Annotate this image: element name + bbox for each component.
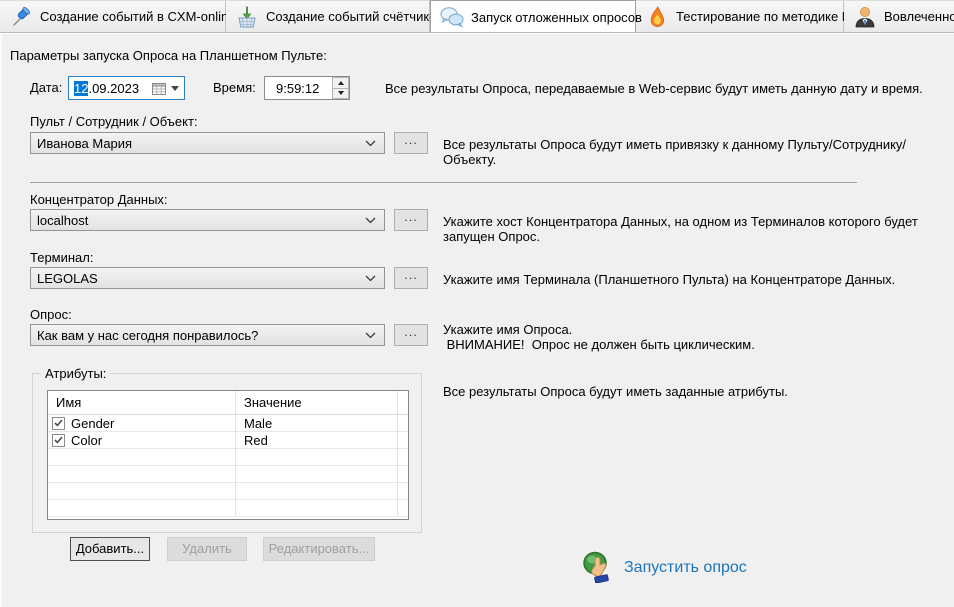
empty-table-row[interactable] <box>48 449 408 466</box>
attribute-name: Color <box>71 433 102 448</box>
device-browse-button[interactable]: ... <box>394 132 428 154</box>
column-header-extra <box>398 391 408 414</box>
datetime-hint: Все результаты Опроса, передаваемые в We… <box>385 81 923 96</box>
separator <box>30 182 857 183</box>
calendar-dropdown-button[interactable] <box>152 82 179 95</box>
date-picker[interactable]: 12.09.2023 <box>68 76 185 100</box>
time-spinner <box>332 77 349 99</box>
triangle-up-icon <box>338 81 344 85</box>
tab-label: Создание событий в CXM-online <box>40 9 235 24</box>
survey-browse-button[interactable]: ... <box>394 324 428 346</box>
time-value: 9:59:12 <box>276 81 319 96</box>
launch-icon <box>582 549 614 586</box>
time-picker[interactable]: 9:59:12 <box>264 76 350 100</box>
spin-down-button[interactable] <box>332 89 349 100</box>
concentrator-label: Концентратор Данных: <box>30 192 168 207</box>
concentrator-value: localhost <box>37 213 365 228</box>
date-selected-segment: 12 <box>74 81 88 96</box>
speech-bubbles-icon <box>440 5 464 29</box>
survey-hint: Укажите имя Опроса. ВНИМАНИЕ! Опрос не д… <box>443 322 755 352</box>
time-label: Время: <box>213 76 256 100</box>
chevron-down-icon <box>171 86 179 91</box>
survey-launch-panel: Параметры запуска Опроса на Планшетном П… <box>0 33 954 607</box>
concentrator-combobox[interactable]: localhost <box>30 209 385 231</box>
survey-combobox[interactable]: Как вам у нас сегодня понравилось? <box>30 324 385 346</box>
row-checkbox[interactable] <box>52 434 65 447</box>
basket-icon <box>235 5 259 29</box>
spin-up-button[interactable] <box>332 77 349 89</box>
attribute-value: Red <box>236 432 398 448</box>
device-combobox[interactable]: Иванова Мария <box>30 132 385 154</box>
tab-mbi-testing[interactable]: Тестирование по методике MBI <box>636 0 844 32</box>
terminal-browse-button[interactable]: ... <box>394 267 428 289</box>
device-label: Пульт / Сотрудник / Объект: <box>30 114 198 129</box>
tab-create-counter-events[interactable]: Создание событий счётчиков <box>226 0 430 32</box>
column-header-value: Значение <box>236 391 398 414</box>
device-hint: Все результаты Опроса будут иметь привяз… <box>443 137 954 167</box>
attributes-groupbox: Атрибуты: Имя Значение Gender Male <box>32 373 422 533</box>
tab-label: Тестирование по методике MBI <box>676 9 865 24</box>
chevron-down-icon <box>365 217 376 224</box>
tab-launch-deferred-surveys[interactable]: Запуск отложенных опросов <box>430 0 636 33</box>
empty-table-row[interactable] <box>48 500 408 517</box>
chevron-down-icon <box>365 140 376 147</box>
check-icon <box>54 436 63 444</box>
row-checkbox[interactable] <box>52 417 65 430</box>
triangle-down-icon <box>338 91 344 95</box>
survey-label: Опрос: <box>30 307 72 322</box>
device-value: Иванова Мария <box>37 136 365 151</box>
survey-value: Как вам у нас сегодня понравилось? <box>37 328 365 343</box>
table-header-row: Имя Значение <box>48 391 408 415</box>
delete-attribute-button[interactable]: Удалить <box>167 537 247 561</box>
tab-label: Вовлеченнос <box>884 9 954 24</box>
concentrator-hint: Укажите хост Концентратора Данных, на од… <box>443 214 954 244</box>
terminal-value: LEGOLAS <box>37 271 365 286</box>
person-icon <box>853 5 877 29</box>
tab-engagement[interactable]: Вовлеченнос <box>844 0 954 32</box>
tab-label: Создание событий счётчиков <box>266 9 443 24</box>
terminal-label: Терминал: <box>30 250 93 265</box>
terminal-combobox[interactable]: LEGOLAS <box>30 267 385 289</box>
attributes-table: Имя Значение Gender Male <box>47 390 409 520</box>
table-row[interactable]: Gender Male <box>48 415 408 432</box>
terminal-hint: Укажите имя Терминала (Планшетного Пульт… <box>443 272 895 287</box>
tab-label: Запуск отложенных опросов <box>471 10 642 25</box>
add-attribute-button[interactable]: Добавить... <box>70 537 150 561</box>
attributes-hint: Все результаты Опроса будут иметь заданн… <box>443 384 788 399</box>
tab-bar: Создание событий в CXM-online Создание с… <box>0 0 954 33</box>
edit-attribute-button[interactable]: Редактировать... <box>263 537 375 561</box>
tab-create-events-cxm-online[interactable]: Создание событий в CXM-online <box>0 0 226 32</box>
launch-survey-button[interactable]: Запустить опрос <box>582 549 747 586</box>
calendar-icon <box>152 82 166 95</box>
column-header-name: Имя <box>48 391 236 414</box>
empty-table-row[interactable] <box>48 466 408 483</box>
flame-icon <box>645 5 669 29</box>
table-row[interactable]: Color Red <box>48 432 408 449</box>
empty-table-row[interactable] <box>48 483 408 500</box>
attribute-value: Male <box>236 415 398 431</box>
chevron-down-icon <box>365 332 376 339</box>
attribute-name: Gender <box>71 416 114 431</box>
panel-title: Параметры запуска Опроса на Планшетном П… <box>10 48 327 63</box>
concentrator-browse-button[interactable]: ... <box>394 209 428 231</box>
date-label: Дата: <box>30 76 62 100</box>
date-rest-segment: .09.2023 <box>88 81 139 96</box>
launch-label: Запустить опрос <box>624 559 747 577</box>
app-window: Создание событий в CXM-online Создание с… <box>0 0 954 607</box>
attributes-group-label: Атрибуты: <box>41 366 110 381</box>
check-icon <box>54 419 63 427</box>
pushpin-icon <box>9 5 33 29</box>
chevron-down-icon <box>365 275 376 282</box>
